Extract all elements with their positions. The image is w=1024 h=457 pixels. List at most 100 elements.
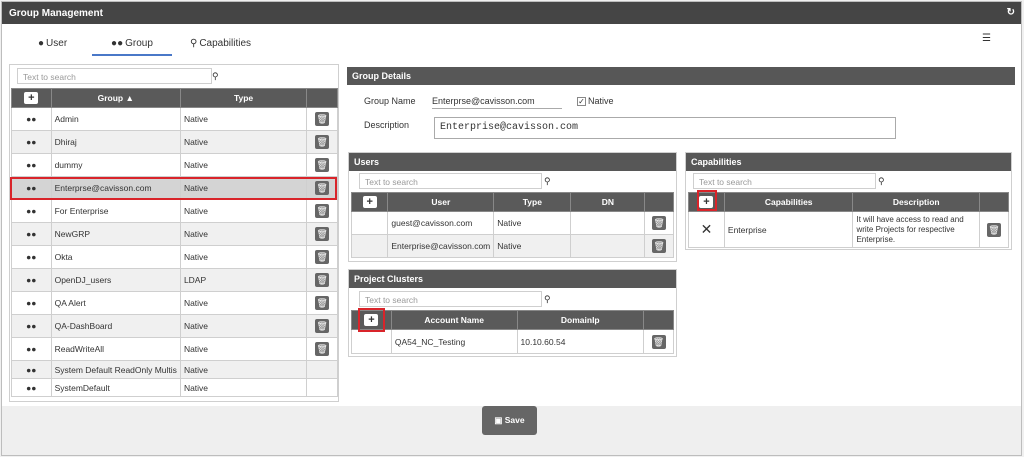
- group-search-input[interactable]: Text to search: [17, 68, 212, 84]
- col-capability-actions: [979, 192, 1009, 212]
- delete-icon[interactable]: 🗑: [315, 319, 330, 333]
- delete-icon[interactable]: 🗑: [315, 227, 330, 241]
- main-content: Text to search ⚲ + Group ▲ Type ●● Admin N…: [2, 60, 1021, 406]
- tab-capabilities[interactable]: ⚲ Capabilities: [190, 38, 251, 56]
- row-actions: 🗑: [644, 211, 674, 235]
- group-type-cell: Native: [179, 107, 308, 131]
- col-user[interactable]: User: [387, 192, 495, 212]
- table-row[interactable]: ●● NewGRP Native 🗑: [11, 222, 338, 246]
- group-type-cell: LDAP: [179, 268, 308, 292]
- group-type-cell: Native: [179, 337, 308, 361]
- clusters-panel: Project Clusters Text to search ⚲ + Acco…: [348, 269, 677, 357]
- users-table: + User Type DN guest@cavisson.com Native…: [350, 192, 674, 258]
- group-type-cell: Native: [179, 199, 308, 223]
- delete-icon[interactable]: 🗑: [651, 334, 666, 349]
- table-row[interactable]: ✕ Enterprise It will have access to read…: [688, 211, 1009, 248]
- refresh-icon[interactable]: ↻: [1007, 7, 1015, 18]
- group-type-cell: Native: [179, 130, 308, 154]
- delete-icon[interactable]: 🗑: [315, 342, 330, 356]
- table-row[interactable]: ●● OpenDJ_users LDAP 🗑: [11, 268, 338, 292]
- table-row[interactable]: ●● Okta Native 🗑: [11, 245, 338, 269]
- delete-icon[interactable]: 🗑: [652, 216, 667, 230]
- group-icon: ●●: [111, 38, 124, 49]
- col-dn[interactable]: DN: [570, 192, 646, 212]
- row-spacer: [350, 234, 389, 258]
- clusters-table: + Account Name DomainIp QA54_NC_Testing …: [351, 310, 674, 354]
- table-row[interactable]: ●● Enterprse@cavisson.com Native 🗑: [11, 176, 338, 200]
- delete-icon[interactable]: 🗑: [315, 181, 330, 195]
- table-row[interactable]: ●● QA Alert Native 🗑: [11, 291, 338, 315]
- capabilities-header: Capabilities: [686, 153, 1011, 171]
- group-name-cell: Dhiraj: [50, 130, 181, 154]
- add-group-button[interactable]: +: [24, 92, 39, 104]
- search-icon[interactable]: ⚲: [544, 294, 551, 305]
- table-row[interactable]: ●● System Default ReadOnly Multis Native: [11, 360, 338, 379]
- tab-group[interactable]: ●● Group: [92, 38, 172, 56]
- user-type-cell: Native: [493, 234, 572, 258]
- add-cluster-button[interactable]: +: [364, 314, 379, 326]
- table-row[interactable]: ●● SystemDefault Native: [11, 378, 338, 397]
- search-icon[interactable]: ⚲: [878, 176, 885, 187]
- native-checkbox[interactable]: ✓ Native: [577, 96, 614, 107]
- group-details-header: Group Details: [347, 67, 1015, 85]
- group-management-window: Group Management ↻ ● User ●● Group ⚲ Capabi…: [1, 1, 1022, 456]
- delete-icon[interactable]: 🗑: [652, 239, 667, 253]
- table-row[interactable]: ●● ReadWriteAll Native 🗑: [11, 337, 338, 361]
- row-actions: 🗑: [306, 176, 338, 200]
- add-capability-button[interactable]: +: [699, 196, 714, 208]
- table-row[interactable]: Enterprise@cavisson.com Native 🗑: [350, 234, 674, 258]
- table-row[interactable]: guest@cavisson.com Native 🗑: [350, 211, 674, 235]
- user-cell: Enterprise@cavisson.com: [387, 234, 495, 258]
- add-user-button[interactable]: +: [362, 196, 377, 208]
- col-group[interactable]: Group ▲: [50, 88, 181, 108]
- table-row[interactable]: QA54_NC_Testing 10.10.60.54 🗑: [351, 329, 674, 354]
- group-type-cell: Native: [179, 222, 308, 246]
- col-capabilities[interactable]: Capabilities: [723, 192, 854, 212]
- users-search-input[interactable]: Text to search: [359, 173, 542, 189]
- col-domainip[interactable]: DomainIp: [516, 310, 645, 330]
- col-type[interactable]: Type: [179, 88, 308, 108]
- col-user-type[interactable]: Type: [493, 192, 572, 212]
- delete-icon[interactable]: 🗑: [315, 296, 330, 310]
- capabilities-panel: Capabilities Text to search ⚲ + Capabili…: [685, 152, 1012, 250]
- description-label: Description: [364, 120, 410, 130]
- search-icon[interactable]: ⚲: [544, 176, 551, 187]
- description-field[interactable]: Enterprise@cavisson.com: [434, 117, 896, 139]
- delete-icon[interactable]: 🗑: [315, 158, 330, 172]
- clusters-search-input[interactable]: Text to search: [359, 291, 542, 307]
- group-name-cell: QA Alert: [50, 291, 181, 315]
- group-name-cell: dummy: [50, 153, 181, 177]
- database-icon[interactable]: ☰: [982, 33, 991, 44]
- table-row[interactable]: ●● For Enterprise Native 🗑: [11, 199, 338, 223]
- save-button[interactable]: ▣ Save: [482, 406, 537, 435]
- delete-icon[interactable]: 🗑: [315, 135, 330, 149]
- table-row[interactable]: ●● dummy Native 🗑: [11, 153, 338, 177]
- capabilities-search-input[interactable]: Text to search: [693, 173, 876, 189]
- group-name-cell: OpenDJ_users: [50, 268, 181, 292]
- delete-icon[interactable]: 🗑: [987, 222, 1002, 237]
- table-row[interactable]: ●● Admin Native 🗑: [11, 107, 338, 131]
- delete-icon[interactable]: 🗑: [315, 250, 330, 264]
- table-row[interactable]: ●● QA-DashBoard Native 🗑: [11, 314, 338, 338]
- add-capability-header: +: [688, 192, 725, 212]
- group-type-cell: Native: [179, 314, 308, 338]
- search-icon[interactable]: ⚲: [212, 71, 219, 82]
- delete-icon[interactable]: 🗑: [315, 112, 330, 126]
- group-type-cell: Native: [179, 378, 308, 397]
- group-type-cell: Native: [179, 245, 308, 269]
- table-row[interactable]: ●● Dhiraj Native 🗑: [11, 130, 338, 154]
- group-name-field[interactable]: Enterprse@cavisson.com: [432, 96, 562, 109]
- dn-cell: [570, 211, 646, 235]
- group-name-cell: SystemDefault: [50, 378, 181, 397]
- delete-icon[interactable]: 🗑: [315, 204, 330, 218]
- col-account-name[interactable]: Account Name: [390, 310, 518, 330]
- group-icon: ●●: [11, 378, 52, 397]
- delete-icon[interactable]: 🗑: [315, 273, 330, 287]
- col-description[interactable]: Description: [852, 192, 981, 212]
- row-actions: 🗑: [306, 222, 338, 246]
- group-icon: ●●: [11, 291, 52, 315]
- tab-user[interactable]: ● User: [38, 38, 67, 56]
- tab-group-label: Group: [125, 38, 153, 49]
- col-actions: [306, 88, 338, 108]
- row-actions: 🗑: [306, 314, 338, 338]
